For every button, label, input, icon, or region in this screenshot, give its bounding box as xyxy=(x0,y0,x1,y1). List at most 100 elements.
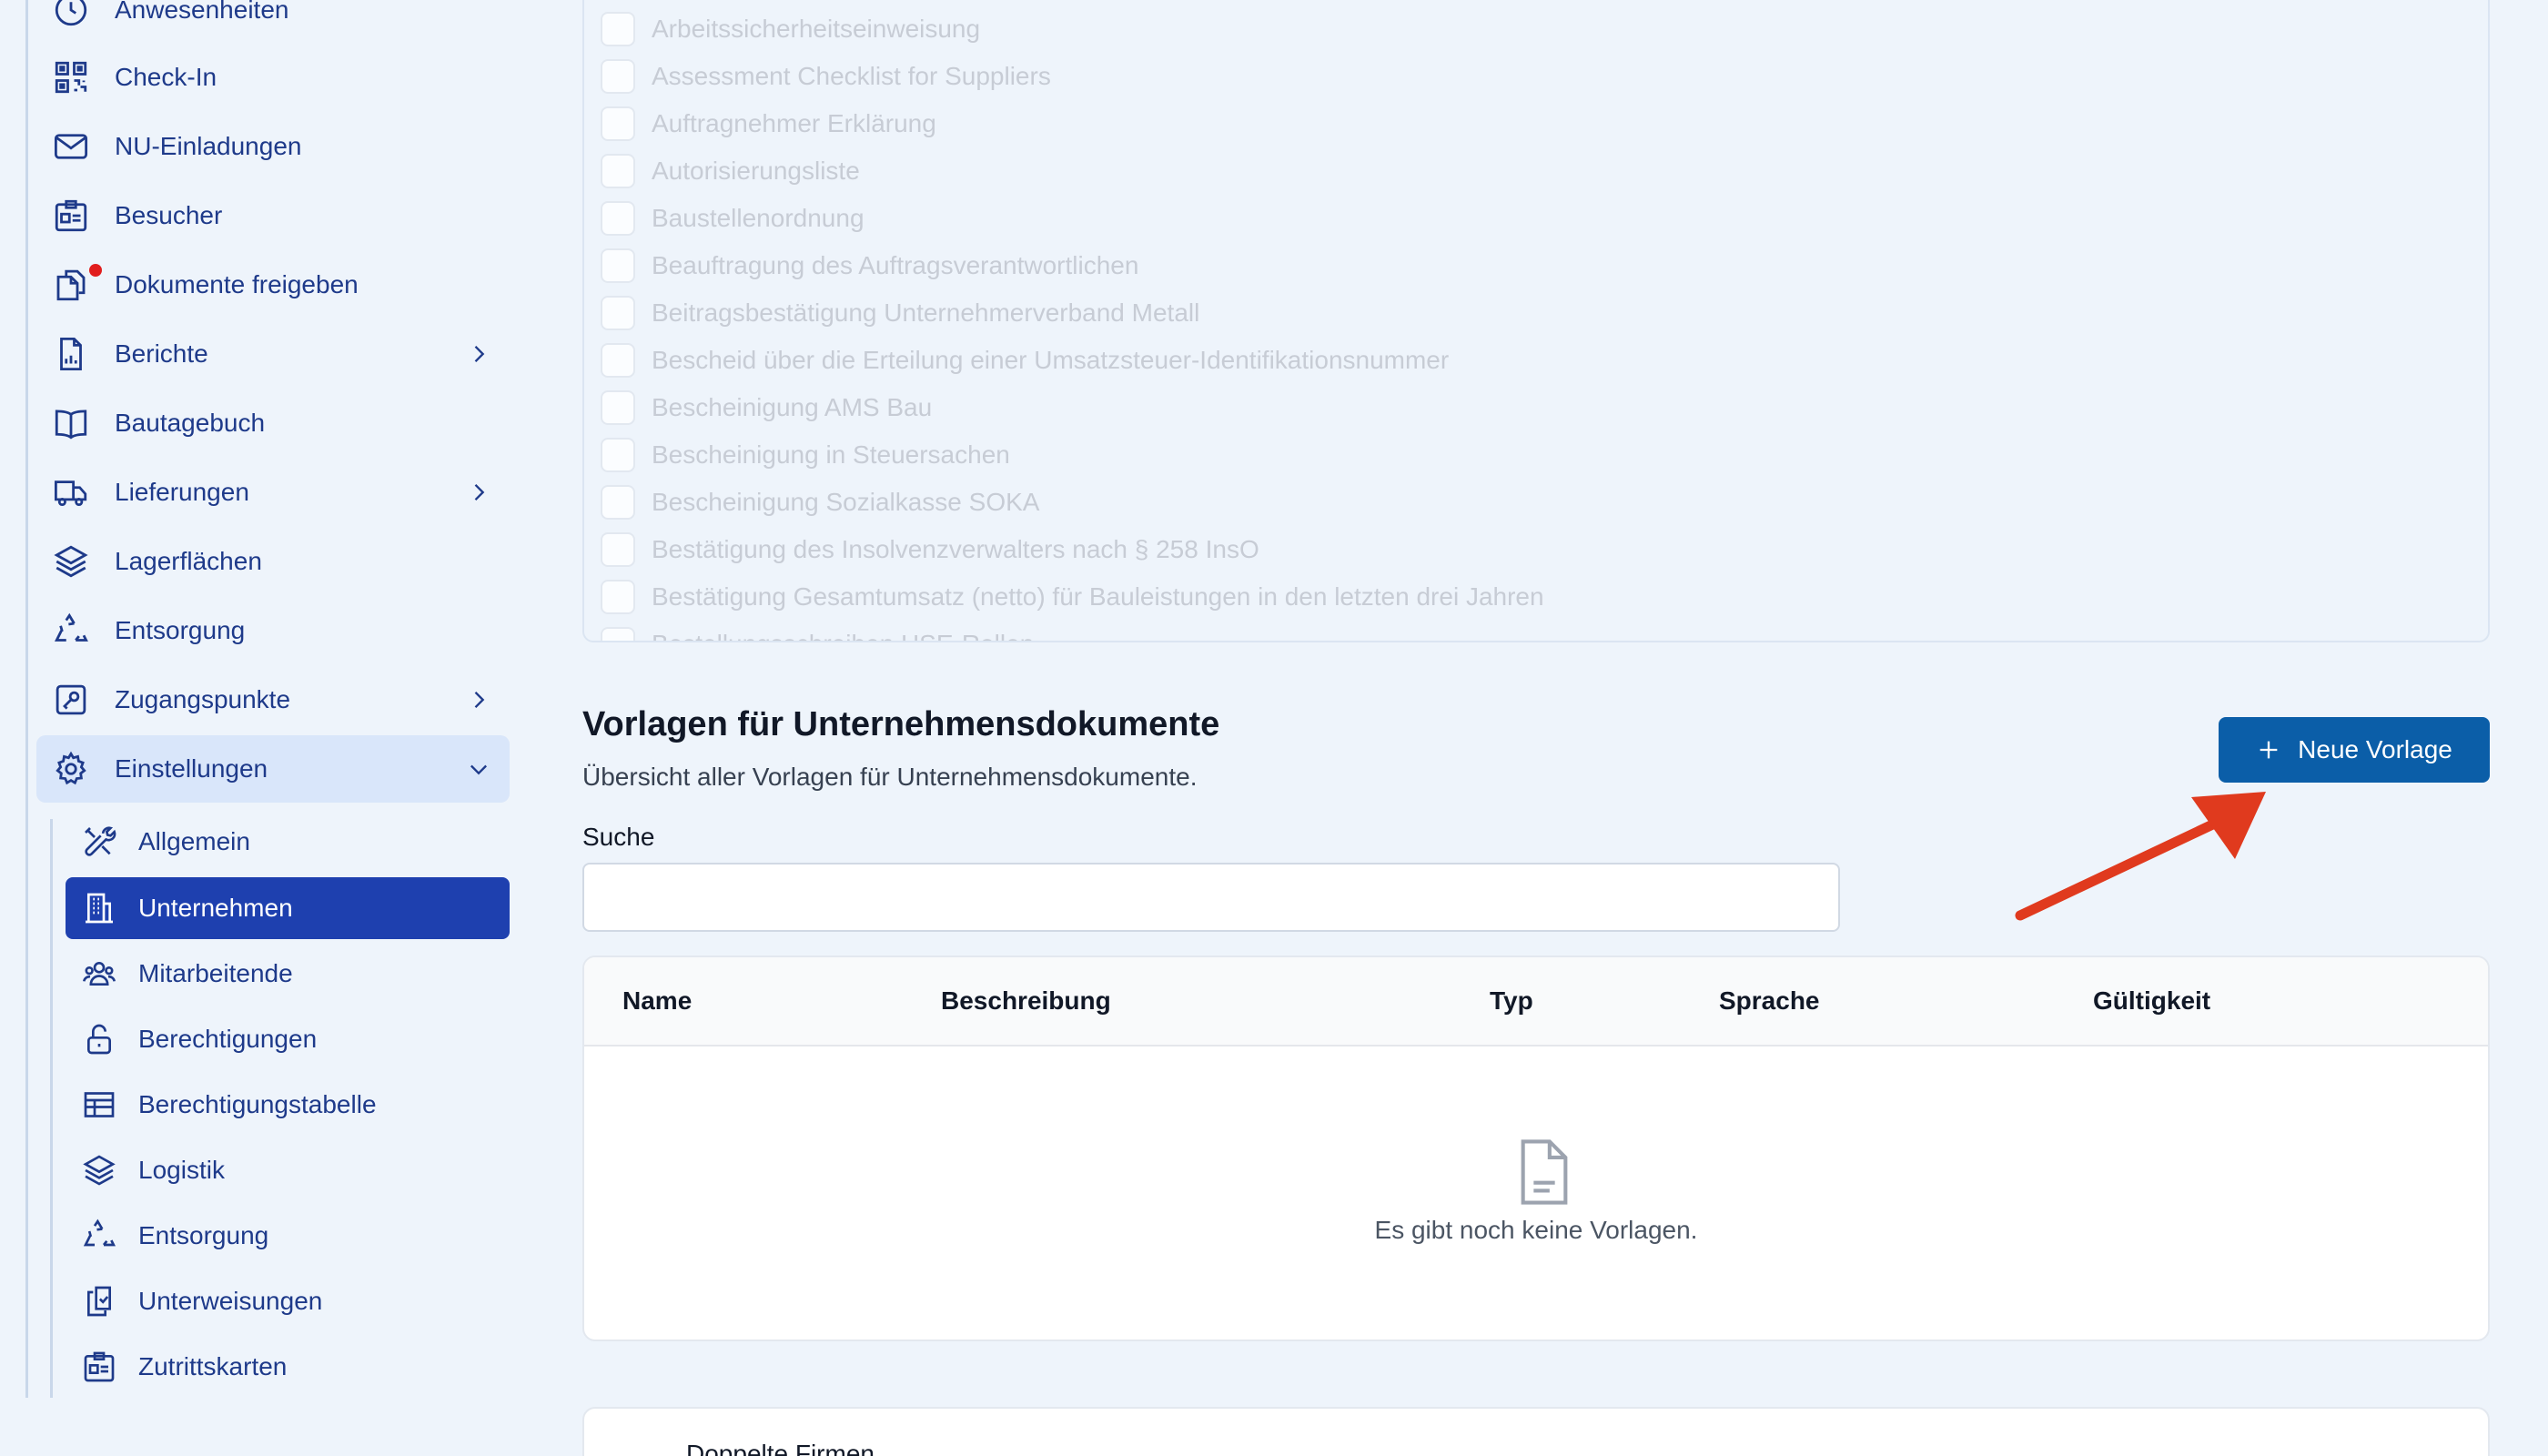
duplicate-companies-card: Doppelte Firmen xyxy=(582,1407,2490,1456)
checkbox[interactable] xyxy=(601,59,635,94)
checklist-item[interactable]: Assessment Checklist for Suppliers xyxy=(601,58,1051,95)
column-header-description[interactable]: Beschreibung xyxy=(941,986,1111,1016)
checklist-label: Autorisierungsliste xyxy=(652,157,860,185)
sidebar-item-label: Check-In xyxy=(115,63,217,91)
envelope-icon xyxy=(51,126,91,167)
sidebar-item-besucher[interactable]: Besucher xyxy=(36,182,510,249)
sidebar-item-berechtigungen[interactable]: Berechtigungen xyxy=(66,1008,510,1070)
sidebar-item-label: Zugangspunkte xyxy=(115,685,291,713)
gear-icon xyxy=(51,749,91,789)
table-icon xyxy=(80,1086,118,1124)
document-type-checklist[interactable]: Arbeitssicherheitseinweisung Assessment … xyxy=(582,0,2490,642)
checklist-label: Bestätigung Gesamtumsatz (netto) für Bau… xyxy=(652,582,1544,611)
checkbox[interactable] xyxy=(601,154,635,188)
checklist-label: Auftragnehmer Erklärung xyxy=(652,109,936,137)
templates-table: Name Beschreibung Typ Sprache Gültigkeit… xyxy=(582,956,2490,1341)
checklist-label: Bestätigung des Insolvenzverwalters nach… xyxy=(652,535,1259,563)
checklist-item[interactable]: Bescheinigung in Steuersachen xyxy=(601,437,1010,473)
sidebar-item-label: Dokumente freigeben xyxy=(115,270,359,298)
sidebar-item-label: Anwesenheiten xyxy=(115,0,289,24)
column-header-name[interactable]: Name xyxy=(622,986,692,1016)
search-label: Suche xyxy=(582,823,655,851)
sidebar-item-lagerflaechen[interactable]: Lagerflächen xyxy=(36,528,510,595)
sidebar-item-label: Mitarbeitende xyxy=(138,959,293,987)
notification-dot xyxy=(89,264,102,277)
search-input[interactable] xyxy=(582,863,1840,932)
checkbox[interactable] xyxy=(601,532,635,567)
sidebar-item-berechtigungstabelle[interactable]: Berechtigungstabelle xyxy=(66,1074,510,1136)
layers-icon xyxy=(80,1151,118,1189)
sidebar-item-check-in[interactable]: Check-In xyxy=(36,44,510,111)
checkbox[interactable] xyxy=(601,485,635,520)
column-header-validity[interactable]: Gültigkeit xyxy=(2093,986,2210,1016)
checklist-item[interactable]: Autorisierungsliste xyxy=(601,153,860,189)
checklist-item[interactable]: Bescheid über die Erteilung einer Umsatz… xyxy=(601,342,1449,379)
checkbox[interactable] xyxy=(601,248,635,283)
checkbox[interactable] xyxy=(601,580,635,614)
sidebar-item-mitarbeitende[interactable]: Mitarbeitende xyxy=(66,943,510,1005)
sidebar-item-allgemein[interactable]: Allgemein xyxy=(66,811,510,873)
sidebar-border xyxy=(25,0,28,1398)
checklist-label: Beitragsbestätigung Unternehmerverband M… xyxy=(652,298,1200,327)
column-header-language[interactable]: Sprache xyxy=(1719,986,1820,1016)
sidebar-item-label: Berechtigungen xyxy=(138,1025,318,1053)
checklist-item[interactable]: Bestätigung des Insolvenzverwalters nach… xyxy=(601,531,1259,568)
sidebar-item-berichte[interactable]: Berichte xyxy=(36,320,510,388)
checklist-item[interactable]: Bescheinigung AMS Bau xyxy=(601,389,932,426)
sidebar-item-einstellungen[interactable]: Einstellungen xyxy=(36,735,510,803)
sidebar-item-label: Entsorgung xyxy=(115,616,246,644)
plus-icon xyxy=(2260,741,2278,759)
chevron-right-icon xyxy=(474,484,485,500)
report-icon xyxy=(51,334,91,374)
checkbox[interactable] xyxy=(601,201,635,236)
sidebar-item-unterweisungen[interactable]: Unterweisungen xyxy=(66,1270,510,1332)
checklist-label: Arbeitssicherheitseinweisung xyxy=(652,15,981,43)
checklist-item[interactable]: Bescheinigung Sozialkasse SOKA xyxy=(601,484,1039,521)
checklist-item[interactable]: Bestellungsschreiben HSE-Rollen xyxy=(601,626,1034,641)
checklist-item[interactable]: Baustellenordnung xyxy=(601,200,864,237)
sidebar-item-anwesenheiten[interactable]: Anwesenheiten xyxy=(36,0,510,44)
sidebar-item-nu-einladungen[interactable]: NU-Einladungen xyxy=(36,113,510,180)
sidebar-item-logistik[interactable]: Logistik xyxy=(66,1139,510,1201)
checklist-label: Bescheid über die Erteilung einer Umsatz… xyxy=(652,346,1450,374)
checklist-label: Baustellenordnung xyxy=(652,204,864,232)
checkbox[interactable] xyxy=(601,343,635,378)
qr-code-icon xyxy=(51,57,91,97)
clipboard-check-icon xyxy=(80,1282,118,1320)
checklist-item[interactable]: Beauftragung des Auftragsverantwortliche… xyxy=(601,248,1138,284)
sidebar-item-unternehmen[interactable]: Unternehmen xyxy=(66,877,510,939)
checkbox[interactable] xyxy=(601,438,635,472)
sidebar-item-bautagebuch[interactable]: Bautagebuch xyxy=(36,389,510,457)
checklist-item[interactable]: Arbeitssicherheitseinweisung xyxy=(601,11,980,47)
sidebar-item-entsorgung-settings[interactable]: Entsorgung xyxy=(66,1205,510,1267)
sidebar-item-label: Berechtigungstabelle xyxy=(138,1090,377,1118)
column-header-type[interactable]: Typ xyxy=(1490,986,1533,1016)
checklist-item[interactable]: Bestätigung Gesamtumsatz (netto) für Bau… xyxy=(601,579,1544,615)
duplicate-companies-title: Doppelte Firmen xyxy=(686,1440,875,1456)
checkbox[interactable] xyxy=(601,12,635,46)
new-template-button[interactable]: Neue Vorlage xyxy=(2219,717,2490,783)
layers-icon xyxy=(51,541,91,581)
sidebar-item-label: Allgemein xyxy=(138,827,250,855)
book-icon xyxy=(51,403,91,443)
section-title: Vorlagen für Unternehmensdokumente xyxy=(582,705,1220,743)
checklist-item[interactable]: Auftragnehmer Erklärung xyxy=(601,106,936,142)
empty-document-icon xyxy=(1521,1139,1568,1205)
sidebar-item-zugangspunkte[interactable]: Zugangspunkte xyxy=(36,666,510,733)
sidebar-item-label: Lieferungen xyxy=(115,478,249,506)
checkbox[interactable] xyxy=(601,296,635,330)
checkbox[interactable] xyxy=(601,627,635,641)
sidebar-item-dokumente-freigeben[interactable]: Dokumente freigeben xyxy=(36,251,510,318)
sidebar-item-entsorgung[interactable]: Entsorgung xyxy=(36,597,510,664)
id-card-icon xyxy=(80,1348,118,1386)
sidebar-item-zutrittskarten[interactable]: Zutrittskarten xyxy=(66,1336,510,1398)
checklist-item[interactable]: Beitragsbestätigung Unternehmerverband M… xyxy=(601,295,1199,331)
sidebar-item-lieferungen[interactable]: Lieferungen xyxy=(36,459,510,526)
checkbox[interactable] xyxy=(601,106,635,141)
chevron-down-icon xyxy=(470,764,487,775)
page: Anwesenheiten Check-In NU-Einladungen Be… xyxy=(0,0,2548,1456)
sidebar-item-label: NU-Einladungen xyxy=(115,132,302,160)
sidebar-item-label: Zutrittskarten xyxy=(138,1352,288,1380)
checkbox[interactable] xyxy=(601,390,635,425)
sidebar-item-label: Unternehmen xyxy=(138,894,293,922)
